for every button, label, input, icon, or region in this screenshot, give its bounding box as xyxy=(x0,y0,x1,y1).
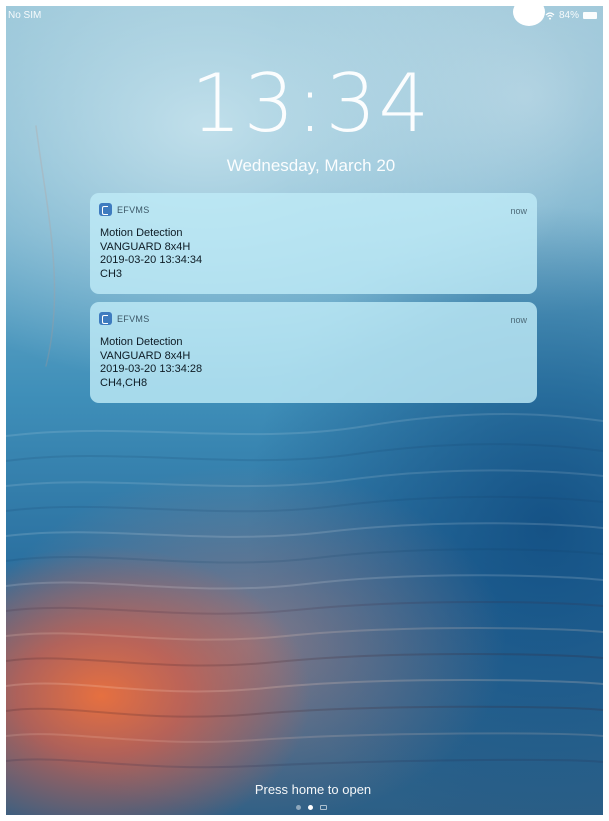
notification-title: Motion Detection xyxy=(100,227,183,239)
camera-icon xyxy=(320,805,327,810)
page-indicator[interactable] xyxy=(296,805,327,810)
status-bar: No SIM 84% xyxy=(6,6,603,28)
notification-title: Motion Detection xyxy=(100,336,183,348)
notification-channels: CH3 xyxy=(100,267,123,280)
notification-header: EFVMS xyxy=(99,203,150,216)
notification-timestamp: 2019-03-20 13:34:28 xyxy=(100,363,203,375)
carrier-label: No SIM xyxy=(8,10,42,21)
battery-percent: 84% xyxy=(558,10,579,21)
notification-header: EFVMS xyxy=(99,312,150,325)
efvms-app-icon xyxy=(99,312,112,325)
status-bar-highlight xyxy=(513,6,545,26)
notification-timestamp: 2019-03-20 13:34:34 xyxy=(100,254,203,266)
lock-date: Wednesday, March 20 xyxy=(226,156,396,175)
notification-body: Motion Detection VANGUARD 8x4H 2019-03-2… xyxy=(100,336,202,390)
notification-device: VANGUARD 8x4H xyxy=(100,240,191,253)
notification-body: Motion Detection VANGUARD 8x4H 2019-03-2… xyxy=(100,227,202,281)
efvms-app-icon xyxy=(99,203,112,216)
press-home-hint: Press home to open xyxy=(254,782,372,797)
notification-app-name: EFVMS xyxy=(117,204,150,215)
notification-channels: CH4,CH8 xyxy=(100,376,148,389)
lock-clock: 13:34 xyxy=(190,57,432,150)
notification-time: now xyxy=(510,315,527,325)
page-dot-active xyxy=(308,805,313,810)
status-indicators: 84% xyxy=(545,10,597,21)
page-dot xyxy=(296,805,301,810)
notification-time: now xyxy=(510,206,527,216)
wifi-icon xyxy=(545,11,555,20)
notification-app-name: EFVMS xyxy=(117,313,150,324)
notification-device: VANGUARD 8x4H xyxy=(100,349,191,362)
lock-screen: No SIM 84% 13:34 Wednesday, March 20 EFV… xyxy=(6,6,603,815)
notification-card[interactable]: EFVMS now Motion Detection VANGUARD 8x4H… xyxy=(90,193,537,294)
battery-icon xyxy=(583,12,597,19)
notification-card[interactable]: EFVMS now Motion Detection VANGUARD 8x4H… xyxy=(90,302,537,403)
